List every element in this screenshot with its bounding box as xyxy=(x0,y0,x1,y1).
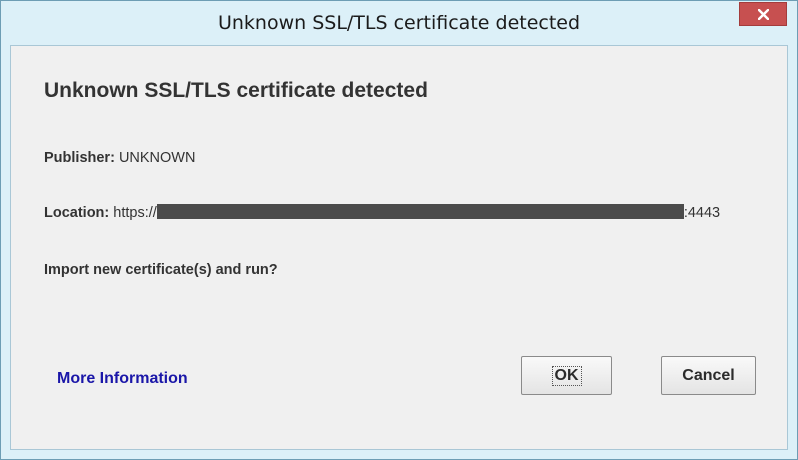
location-suffix: :4443 xyxy=(683,205,721,221)
dialog-window: Unknown SSL/TLS certificate detected Unk… xyxy=(0,0,798,460)
title-bar[interactable]: Unknown SSL/TLS certificate detected xyxy=(1,1,797,45)
close-button[interactable] xyxy=(739,2,787,26)
close-icon xyxy=(758,9,769,20)
ok-button[interactable]: OK xyxy=(521,356,612,395)
publisher-row: Publisher: UNKNOWN xyxy=(44,150,195,166)
publisher-value: UNKNOWN xyxy=(118,150,196,166)
ok-button-label: OK xyxy=(551,366,582,386)
cancel-button[interactable]: Cancel xyxy=(661,356,756,395)
more-information-link[interactable]: More Information xyxy=(57,370,188,388)
location-prefix: https:// xyxy=(113,205,157,221)
window-title: Unknown SSL/TLS certificate detected xyxy=(217,12,581,34)
publisher-label: Publisher: xyxy=(44,150,115,166)
redacted-url-block xyxy=(156,204,684,219)
dialog-content: Unknown SSL/TLS certificate detected Pub… xyxy=(10,45,788,450)
dialog-heading: Unknown SSL/TLS certificate detected xyxy=(44,79,428,102)
location-row: Location: https:// :4443 xyxy=(44,204,720,221)
location-label: Location: xyxy=(44,205,110,221)
import-question: Import new certificate(s) and run? xyxy=(44,262,278,278)
